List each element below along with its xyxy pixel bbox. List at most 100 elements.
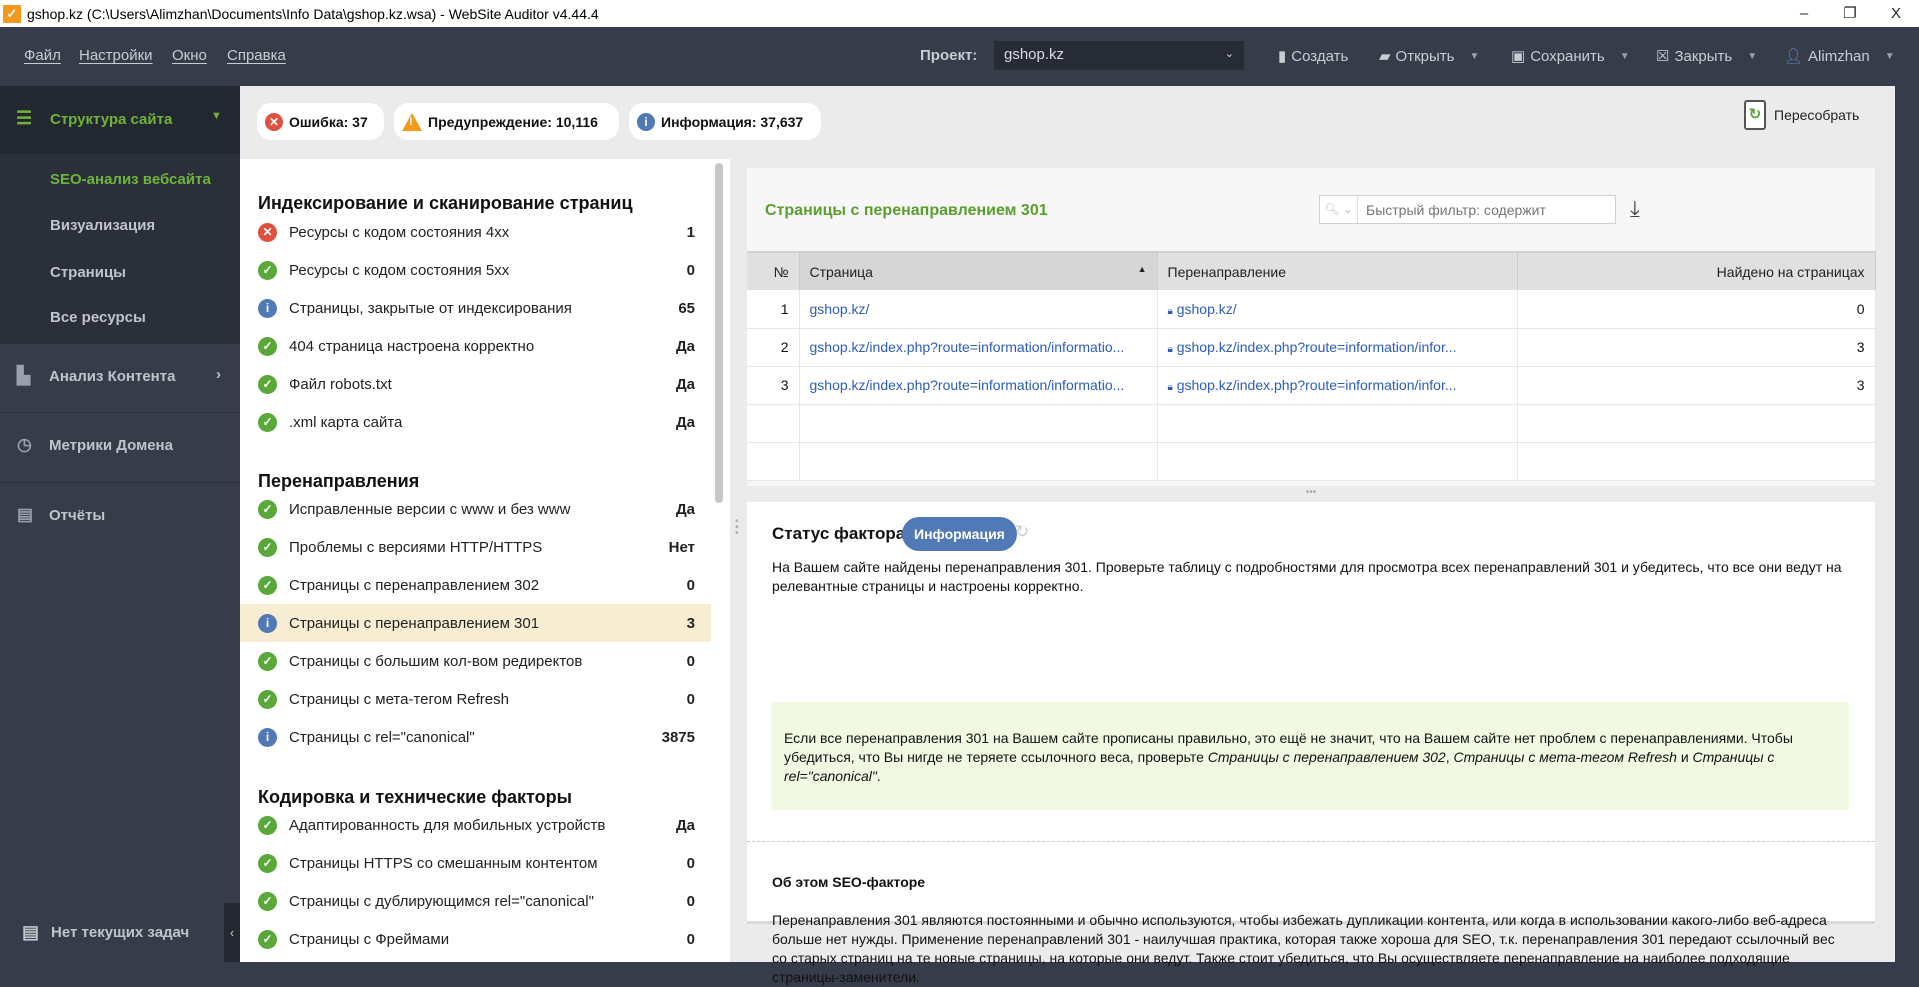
search-icon[interactable]: 🔍︎ ⌄ <box>1320 196 1358 223</box>
tasks-status[interactable]: ▤ Нет текущих задач <box>22 922 189 943</box>
download-icon[interactable]: ⤓ <box>1630 196 1640 222</box>
redirect-link[interactable]: gshop.kz/index.php?route=information/inf… <box>1177 339 1457 355</box>
factor-row[interactable]: ✓ .xml карта сайта Да <box>240 403 711 441</box>
scrollbar[interactable] <box>715 163 723 503</box>
redirect-link[interactable]: gshop.kz/ <box>1177 301 1237 317</box>
check-icon: ✓ <box>258 537 277 557</box>
vertical-splitter[interactable]: • • • <box>730 159 747 962</box>
table-row[interactable]: 2 gshop.kz/index.php?route=information/in… <box>747 328 1876 367</box>
sidebar-item-all-resources[interactable]: Все ресурсы <box>50 309 146 326</box>
open-button[interactable]: ▰ Открыть ▼ <box>1379 47 1479 66</box>
refresh-icon[interactable]: ↻ <box>1015 522 1029 542</box>
column-header-number[interactable]: № <box>747 251 800 290</box>
lock-icon: 🔒︎ <box>1167 344 1173 355</box>
error-count-badge[interactable]: ✕ Ошибка: 37 <box>257 103 384 140</box>
factor-row[interactable]: ✓ Страницы с большим кол-вом редиректов 0 <box>240 642 711 680</box>
factor-row[interactable]: i Страницы с rel="canonical" 3875 <box>240 718 711 756</box>
quick-filter-input[interactable] <box>1358 201 1608 218</box>
factor-row[interactable]: ✓ Страницы с Фреймами 0 <box>240 920 711 958</box>
lock-icon: 🔒︎ <box>1167 382 1173 393</box>
factor-row[interactable]: i Страницы с перенаправлением 301 3 <box>240 604 711 642</box>
close-project-button[interactable]: ☒ Закрыть ▼ <box>1656 47 1757 66</box>
factor-name: Ресурсы с кодом состояния 5xx <box>289 261 510 279</box>
factor-row[interactable]: ✓ Ресурсы с кодом состояния 5xx 0 <box>240 251 711 289</box>
factor-details-card: Статус фактора: Информация ↻ На Вашем са… <box>747 502 1875 985</box>
factor-name: Проблемы с версиями HTTP/HTTPS <box>289 538 543 556</box>
close-window-button[interactable]: X <box>1873 0 1919 27</box>
file-icon: ▮ <box>1278 48 1287 65</box>
lock-icon: 🔒︎ <box>1167 305 1173 317</box>
sidebar-item-seo-analysis[interactable]: SEO-анализ вебсайта <box>50 171 211 188</box>
check-icon: ✓ <box>258 815 277 835</box>
factor-row[interactable]: ✓ Страницы с дублирующимся rel="canonical… <box>240 882 711 920</box>
structure-icon: ☰ <box>16 108 33 128</box>
page-link[interactable]: gshop.kz/index.php?route=information/inf… <box>810 377 1125 393</box>
user-menu[interactable]: 👤︎ Alimzhan ▼ <box>1784 47 1895 66</box>
menu-settings[interactable]: Настройки <box>79 47 153 64</box>
factor-name: Страницы HTTPS со смешанным контентом <box>289 854 598 872</box>
page-link[interactable]: gshop.kz/ <box>810 301 870 317</box>
about-title: Об этом SEO-факторе <box>772 874 926 890</box>
column-header-found[interactable]: Найдено на страницах <box>1517 251 1876 290</box>
collapse-sidebar-button[interactable]: ‹ <box>224 903 240 962</box>
found-count: 3 <box>1517 366 1876 405</box>
tip-link-refresh[interactable]: Страницы с мета-тегом Refresh <box>1454 749 1677 765</box>
factor-row[interactable]: ✕ Ресурсы с кодом состояния 4xx 1 <box>240 213 711 251</box>
gauge-icon: ◷ <box>17 435 32 454</box>
horizontal-splitter[interactable]: ••• <box>747 486 1875 502</box>
project-select[interactable]: gshop.kz ⌄ <box>994 41 1244 70</box>
factor-row[interactable]: ✓ Файл robots.txt Да <box>240 365 711 403</box>
sidebar-section-reports[interactable]: ▤ Отчёты <box>0 482 240 551</box>
sidebar-section-domain-metrics[interactable]: ◷ Метрики Домена <box>0 412 240 481</box>
sidebar-section-label: Анализ Контента <box>49 368 176 385</box>
rebuild-button[interactable]: ↻ Пересобрать <box>1744 100 1859 130</box>
factor-row[interactable]: ✓ Страницы с перенаправлением 302 0 <box>240 566 711 604</box>
factor-value: Да <box>675 500 695 518</box>
save-button[interactable]: ▣ Сохранить ▼ <box>1511 47 1630 66</box>
factor-group-title: Индексирование и сканирование страниц <box>258 193 633 213</box>
factor-row[interactable]: ✓ 404 страница настроена корректно Да <box>240 327 711 365</box>
factor-value: 0 <box>686 576 695 594</box>
chevron-down-icon[interactable]: ▼ <box>1747 51 1757 62</box>
factor-name: .xml карта сайта <box>289 413 403 431</box>
restore-button[interactable]: ❐ <box>1827 0 1873 27</box>
factor-name: Страницы с дублирующимся rel="canonical" <box>289 892 594 910</box>
factor-name: Страницы с Фреймами <box>289 930 450 948</box>
sidebar-item-pages[interactable]: Страницы <box>50 264 126 281</box>
factor-row[interactable]: ✓ Страницы с мета-тегом Refresh 0 <box>240 680 711 718</box>
table-row[interactable]: 1 gshop.kz/ 🔒︎ gshop.kz/0 <box>747 290 1876 329</box>
minimize-button[interactable]: – <box>1781 0 1827 27</box>
chevron-down-icon: ⌄ <box>1224 48 1234 60</box>
chevron-down-icon[interactable]: ▼ <box>1885 51 1895 62</box>
factor-row[interactable]: ✓ Проблемы с версиями HTTP/HTTPS Нет <box>240 528 711 566</box>
chevron-down-icon[interactable]: ▼ <box>1469 51 1479 62</box>
factor-name: Исправленные версии с www и без www <box>289 500 571 518</box>
factor-row[interactable]: i Страницы, закрытые от индексирования 65 <box>240 289 711 327</box>
create-button[interactable]: ▮ Создать <box>1278 47 1348 66</box>
menu-window[interactable]: Окно <box>172 47 207 64</box>
chevron-down-icon[interactable]: ▼ <box>1620 51 1630 62</box>
info-count-badge[interactable]: i Информация: 37,637 <box>629 103 821 140</box>
factor-row[interactable]: ✓ Исправленные версии с www и без www Да <box>240 490 711 528</box>
sidebar-section-content-analysis[interactable]: ▙ Анализ Контента › <box>0 343 240 412</box>
menu-file[interactable]: Файл <box>24 47 61 64</box>
sidebar-section-site-structure[interactable]: ☰ Структура сайта ▼ <box>0 86 240 154</box>
menu-help[interactable]: Справка <box>227 47 286 64</box>
sidebar: ☰ Структура сайта ▼ SEO-анализ вебсайта … <box>0 86 240 987</box>
factor-value: 0 <box>686 652 695 670</box>
tip-link-302[interactable]: Страницы с перенаправлением 302 <box>1208 749 1446 765</box>
table-row[interactable]: 3 gshop.kz/index.php?route=information/in… <box>747 366 1876 405</box>
tasks-label: Нет текущих задач <box>51 924 190 941</box>
save-icon: ▣ <box>1511 48 1526 65</box>
empty-row <box>747 404 1876 443</box>
factor-row[interactable]: ✓ Страницы HTTPS со смешанным контентом 0 <box>240 844 711 882</box>
info-icon: i <box>258 613 277 633</box>
info-icon: i <box>258 298 277 318</box>
factor-row[interactable]: ✓ Адаптированность для мобильных устройст… <box>240 806 711 844</box>
page-link[interactable]: gshop.kz/index.php?route=information/inf… <box>810 339 1125 355</box>
redirect-link[interactable]: gshop.kz/index.php?route=information/inf… <box>1177 377 1457 393</box>
sidebar-item-visualization[interactable]: Визуализация <box>50 217 155 234</box>
warning-count-badge[interactable]: ! Предупреждение: 10,116 <box>394 103 619 140</box>
column-header-page[interactable]: Страница ▲ <box>799 251 1158 290</box>
column-header-redirect[interactable]: Перенаправление <box>1157 251 1518 290</box>
